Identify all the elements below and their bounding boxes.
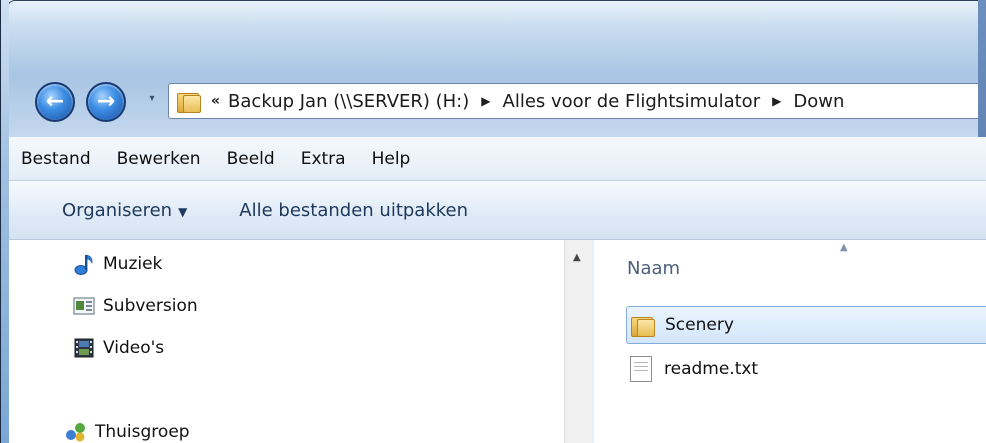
nav-item-thuisgroep[interactable]: Thuisgroep bbox=[65, 421, 190, 443]
file-row-scenery[interactable]: Scenery bbox=[626, 306, 986, 344]
scroll-up-arrow-icon[interactable]: ▲ bbox=[573, 252, 581, 263]
video-film-icon bbox=[73, 337, 95, 359]
subversion-icon bbox=[73, 295, 95, 317]
caret-down-icon: ▼ bbox=[178, 204, 188, 219]
recent-pages-dropdown[interactable]: ▾ bbox=[146, 93, 158, 105]
homegroup-icon bbox=[65, 421, 87, 443]
menu-bar: Bestand Bewerken Beeld Extra Help bbox=[9, 137, 986, 181]
file-name: Scenery bbox=[665, 315, 734, 335]
menu-bewerken[interactable]: Bewerken bbox=[105, 149, 215, 169]
navigation-pane: Muziek Subversion Video's Thuisgroep bbox=[9, 240, 564, 443]
column-header-naam[interactable]: Naam bbox=[627, 258, 680, 279]
menu-help[interactable]: Help bbox=[360, 149, 425, 169]
overflow-chevron[interactable]: « bbox=[211, 93, 220, 109]
arrow-right-icon: → bbox=[96, 89, 116, 114]
nav-item-videos[interactable]: Video's bbox=[73, 337, 164, 359]
file-row-readme[interactable]: readme.txt bbox=[626, 350, 986, 388]
breadcrumb-separator-icon[interactable]: ▶ bbox=[772, 94, 781, 108]
nav-item-label: Video's bbox=[103, 338, 165, 358]
folder-icon bbox=[631, 312, 655, 338]
folder-icon bbox=[177, 89, 203, 113]
organize-button[interactable]: Organiseren ▼ bbox=[62, 200, 187, 221]
text-file-icon bbox=[630, 356, 654, 382]
forward-button[interactable]: → bbox=[86, 82, 126, 122]
file-name: readme.txt bbox=[664, 359, 759, 379]
navigation-pane-scrollbar[interactable]: ▲ bbox=[564, 240, 593, 443]
chevron-down-icon: ▾ bbox=[149, 93, 155, 104]
nav-item-muziek[interactable]: Muziek bbox=[73, 253, 162, 275]
nav-item-label: Subversion bbox=[103, 296, 198, 316]
menu-extra[interactable]: Extra bbox=[289, 149, 360, 169]
sort-ascending-icon: ▲ bbox=[840, 242, 848, 253]
window-left-border bbox=[0, 0, 9, 443]
music-note-icon bbox=[73, 253, 95, 275]
menu-bestand[interactable]: Bestand bbox=[9, 149, 105, 169]
address-bar[interactable]: « Backup Jan (\\SERVER) (H:) ▶ Alles voo… bbox=[168, 83, 986, 119]
organize-label: Organiseren bbox=[62, 199, 173, 221]
command-bar: Organiseren ▼ Alle bestanden uitpakken bbox=[9, 181, 986, 240]
arrow-left-icon: ← bbox=[45, 89, 65, 114]
nav-item-label: Thuisgroep bbox=[95, 422, 190, 442]
nav-item-label: Muziek bbox=[103, 254, 163, 274]
back-button[interactable]: ← bbox=[35, 82, 75, 122]
breadcrumb-separator-icon[interactable]: ▶ bbox=[481, 94, 490, 108]
file-list-pane: ▲ Naam Scenery readme.txt bbox=[594, 240, 986, 443]
breadcrumb-flightsimulator[interactable]: Alles voor de Flightsimulator bbox=[503, 91, 761, 112]
menu-beeld[interactable]: Beeld bbox=[215, 149, 289, 169]
breadcrumb-drive[interactable]: Backup Jan (\\SERVER) (H:) bbox=[228, 91, 469, 112]
breadcrumb-downloads[interactable]: Down bbox=[793, 91, 844, 112]
nav-item-subversion[interactable]: Subversion bbox=[73, 295, 198, 317]
extract-all-button[interactable]: Alle bestanden uitpakken bbox=[239, 200, 468, 221]
